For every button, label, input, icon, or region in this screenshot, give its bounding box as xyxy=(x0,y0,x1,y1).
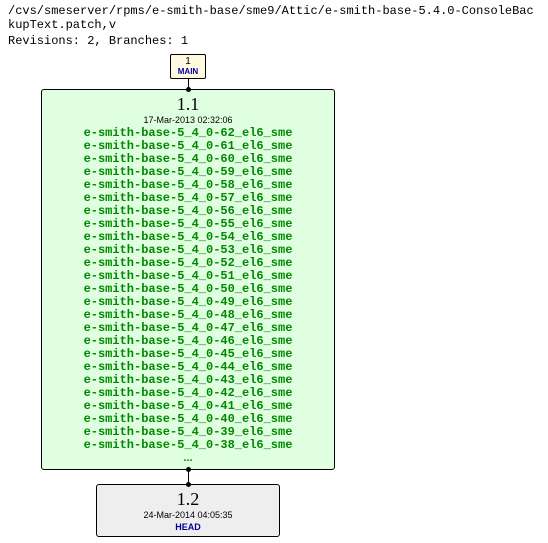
revision-version: 1.1 xyxy=(48,94,328,115)
revision-graph: 1 MAIN 1.1 17-Mar-2013 02:32:06 e-smith-… xyxy=(18,54,358,537)
graph-connector xyxy=(188,79,189,89)
branch-label: MAIN xyxy=(171,68,205,76)
tags-more-indicator: ... xyxy=(48,452,328,465)
revision-node-1-2[interactable]: 1.2 24-Mar-2014 04:05:35 HEAD xyxy=(96,484,280,537)
graph-connector xyxy=(188,470,189,484)
revision-version: 1.2 xyxy=(103,489,273,510)
revision-node-1-1[interactable]: 1.1 17-Mar-2013 02:32:06 e-smith-base-5_… xyxy=(41,89,335,470)
revision-tag: e-smith-base-5_4_0-38_el6_sme xyxy=(48,439,328,452)
file-path: /cvs/smeserver/rpms/e-smith-base/sme9/At… xyxy=(8,4,540,32)
revision-tags: e-smith-base-5_4_0-62_el6_smee-smith-bas… xyxy=(48,127,328,465)
head-label: HEAD xyxy=(103,522,273,532)
revision-date: 24-Mar-2014 04:05:35 xyxy=(103,510,273,520)
branch-number: 1 xyxy=(171,57,205,67)
revision-date: 17-Mar-2013 02:32:06 xyxy=(48,115,328,125)
branch-badge-main[interactable]: 1 MAIN xyxy=(170,54,206,79)
revision-summary: Revisions: 2, Branches: 1 xyxy=(8,34,540,48)
